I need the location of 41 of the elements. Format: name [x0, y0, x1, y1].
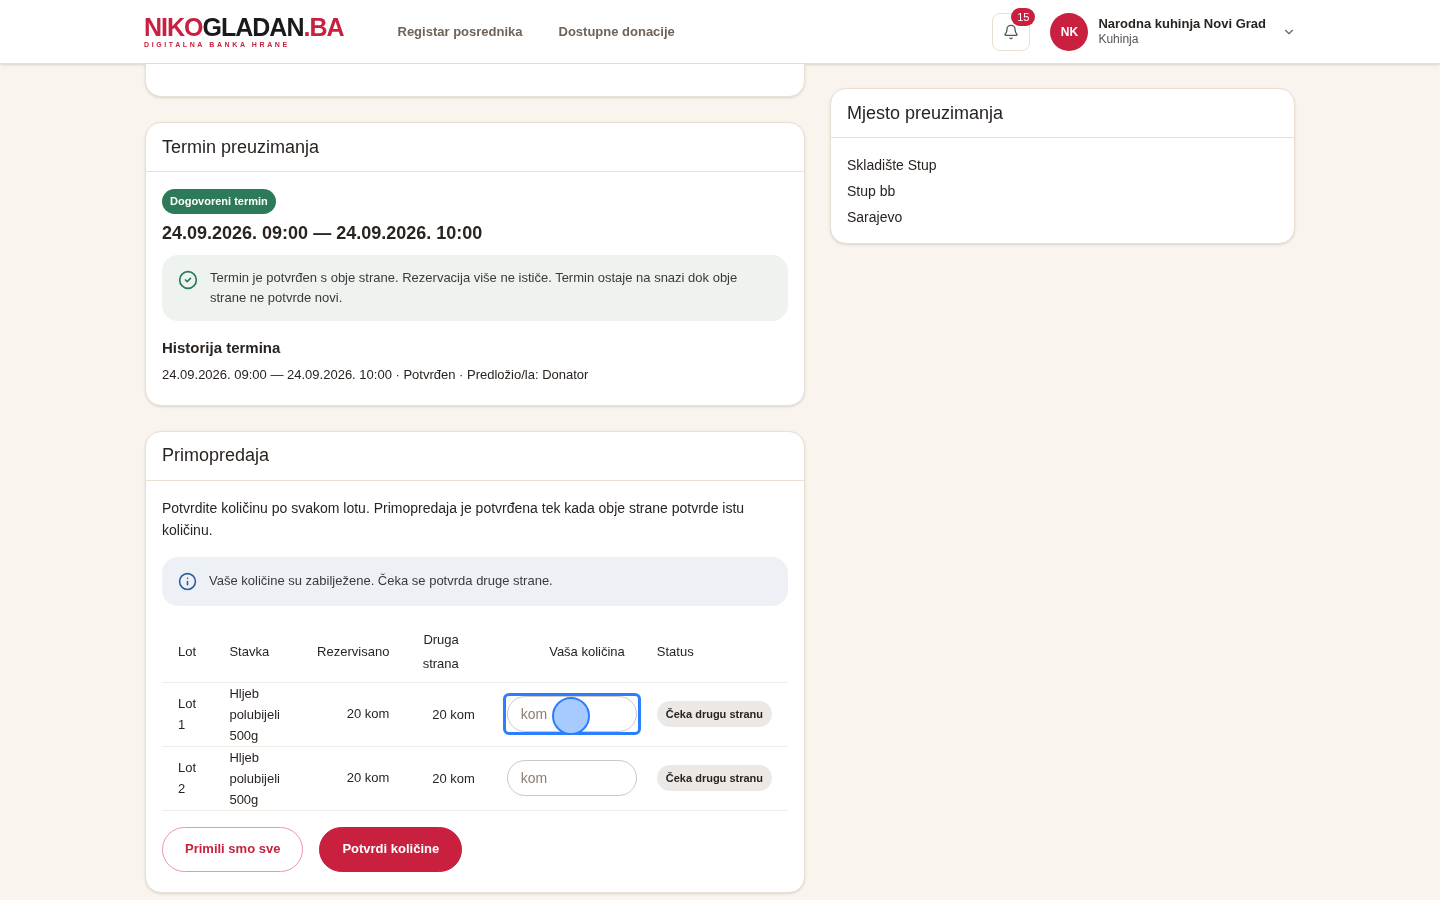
user-name: Narodna kuhinja Novi Grad	[1098, 15, 1266, 33]
intro-text: Potvrdite količinu po svakom lotu. Primopredaja je potvrđena tek kada obje strane potvrde istu količinu.	[162, 498, 746, 540]
table-cell: Hljeb polubijeli 500g	[213, 746, 302, 810]
history-entry: 24.09.2026. 09:00 — 24.09.2026. 10:00 · Potvrđen · Predložio/la: Donator	[162, 366, 590, 384]
card-title: Primopredaja	[146, 431, 804, 481]
notice-text: Vaše količine su zabilježene. Čeka se potvrda druge strane.	[209, 572, 553, 591]
column-header: Lot	[162, 621, 214, 682]
nav-link[interactable]: Registar posrednika	[397, 21, 523, 42]
action-button[interactable]: Potvrdi količine	[319, 826, 463, 872]
bell-icon	[1003, 23, 1020, 40]
column-header: Stavka	[213, 621, 302, 682]
table-cell: Lot 1	[162, 682, 214, 746]
column-header: Druga strana	[405, 621, 475, 682]
table-cell: Hljeb polubijeli 500g	[213, 682, 302, 746]
check-circle-icon	[178, 269, 198, 290]
user-role: Kuhinja	[1098, 32, 1140, 48]
notice-text: Termin je potvrđen s obje strane. Rezervacija više ne ističe. Termin ostaje na snazi dok obje strane ne potvrde novi.	[210, 268, 739, 307]
status-badge: Čeka drugu stranu	[656, 764, 772, 792]
info-icon	[178, 571, 197, 591]
status-badge: Dogovoreni termin	[162, 189, 276, 214]
card-title: Termin preuzimanja	[146, 123, 804, 172]
avatar: NK	[1050, 12, 1089, 51]
action-button[interactable]: Primili smo sve	[162, 826, 304, 872]
nav-link[interactable]: Dostupne donacije	[558, 21, 675, 42]
address-line: Sarajevo	[847, 208, 904, 227]
quantity-field[interactable]: kom	[502, 693, 641, 735]
notification-count: 15	[1011, 7, 1036, 26]
status-badge: Čeka drugu stranu	[656, 700, 772, 728]
section-title: Historija termina	[162, 337, 282, 358]
table-cell: 20 kom	[301, 746, 406, 810]
column-header: Status	[640, 621, 788, 682]
card-title: Mjesto preuzimanja	[831, 89, 1294, 138]
address-line: Stup bb	[847, 182, 897, 201]
address-line: Skladište Stup	[847, 156, 938, 175]
table-cell: 20 kom	[405, 682, 475, 746]
column-header: Rezervisano	[301, 621, 406, 682]
column-header: Vaša količina	[474, 621, 641, 682]
time-range: 24.09.2026. 09:00 — 24.09.2026. 10:00	[162, 221, 484, 245]
table-cell: Lot 2	[162, 746, 214, 810]
table-cell: 20 kom	[301, 682, 406, 746]
table-cell: 20 kom	[405, 746, 475, 810]
